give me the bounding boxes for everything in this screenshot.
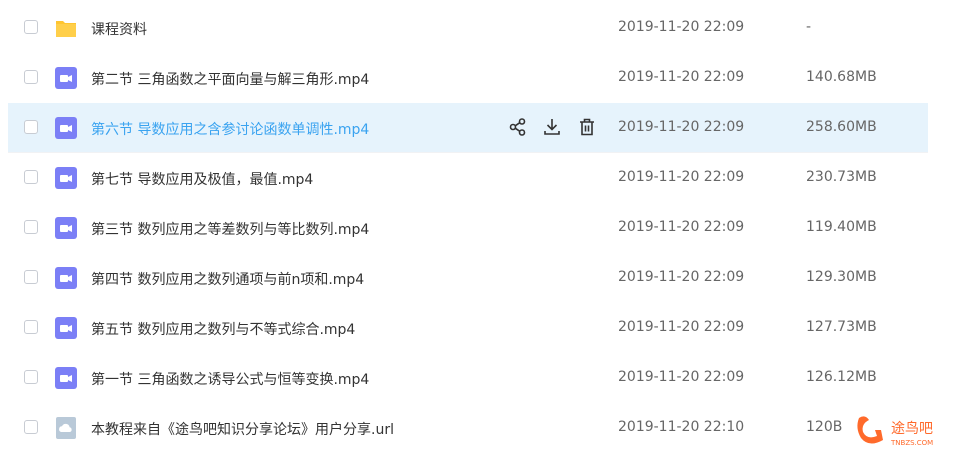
video-icon — [55, 217, 77, 239]
file-name[interactable]: 第七节 导数应用及极值，最值.mp4 — [91, 169, 313, 189]
row-checkbox[interactable] — [24, 70, 38, 84]
file-name[interactable]: 第六节 导数应用之含参讨论函数单调性.mp4 — [91, 119, 369, 139]
folder-icon — [55, 17, 77, 39]
video-icon — [55, 267, 77, 289]
row-checkbox[interactable] — [24, 20, 38, 34]
file-date: 2019-11-20 22:09 — [618, 19, 745, 35]
watermark-url: TNBZS.COM — [890, 439, 933, 447]
row-checkbox[interactable] — [24, 420, 38, 434]
file-size: 126.12MB — [806, 369, 877, 385]
file-date: 2019-11-20 22:09 — [618, 169, 745, 185]
download-icon[interactable] — [542, 117, 562, 137]
file-date: 2019-11-20 22:09 — [618, 319, 745, 335]
file-size: 258.60MB — [806, 119, 877, 135]
file-row-selected[interactable]: 第六节 导数应用之含参讨论函数单调性.mp4 2019-11-20 22:09 … — [8, 103, 928, 153]
file-size: 120B — [806, 419, 843, 435]
file-date: 2019-11-20 22:09 — [618, 219, 745, 235]
watermark-text: 途鸟吧 — [891, 420, 933, 437]
video-icon — [55, 367, 77, 389]
row-checkbox[interactable] — [24, 220, 38, 234]
file-date: 2019-11-20 22:10 — [618, 419, 745, 435]
file-size: 230.73MB — [806, 169, 877, 185]
row-checkbox[interactable] — [24, 320, 38, 334]
file-date: 2019-11-20 22:09 — [618, 369, 745, 385]
file-name[interactable]: 本教程来自《途鸟吧知识分享论坛》用户分享.url — [91, 419, 394, 439]
file-size: 119.40MB — [806, 219, 877, 235]
file-date: 2019-11-20 22:09 — [618, 69, 745, 85]
file-date: 2019-11-20 22:09 — [618, 119, 745, 135]
link-file-icon — [55, 417, 77, 439]
file-size: - — [806, 19, 812, 35]
delete-icon[interactable] — [577, 117, 597, 137]
file-size: 129.30MB — [806, 269, 877, 285]
row-checkbox[interactable] — [24, 270, 38, 284]
file-name[interactable]: 第四节 数列应用之数列通项与前n项和.mp4 — [91, 269, 364, 289]
video-icon — [55, 317, 77, 339]
video-icon — [55, 117, 77, 139]
file-name[interactable]: 第二节 三角函数之平面向量与解三角形.mp4 — [91, 69, 369, 89]
file-name[interactable]: 第三节 数列应用之等差数列与等比数列.mp4 — [91, 219, 369, 239]
file-size: 140.68MB — [806, 69, 877, 85]
file-name[interactable]: 第一节 三角函数之诱导公式与恒等变换.mp4 — [91, 369, 369, 389]
watermark-logo: 途鸟吧 TNBZS.COM — [855, 410, 955, 450]
file-name[interactable]: 第五节 数列应用之数列与不等式综合.mp4 — [91, 319, 355, 339]
row-checkbox[interactable] — [24, 170, 38, 184]
row-checkbox[interactable] — [24, 370, 38, 384]
file-date: 2019-11-20 22:09 — [618, 269, 745, 285]
file-name[interactable]: 课程资料 — [91, 19, 147, 39]
video-icon — [55, 67, 77, 89]
video-icon — [55, 167, 77, 189]
row-checkbox[interactable] — [24, 120, 38, 134]
file-size: 127.73MB — [806, 319, 877, 335]
share-icon[interactable] — [508, 117, 528, 137]
